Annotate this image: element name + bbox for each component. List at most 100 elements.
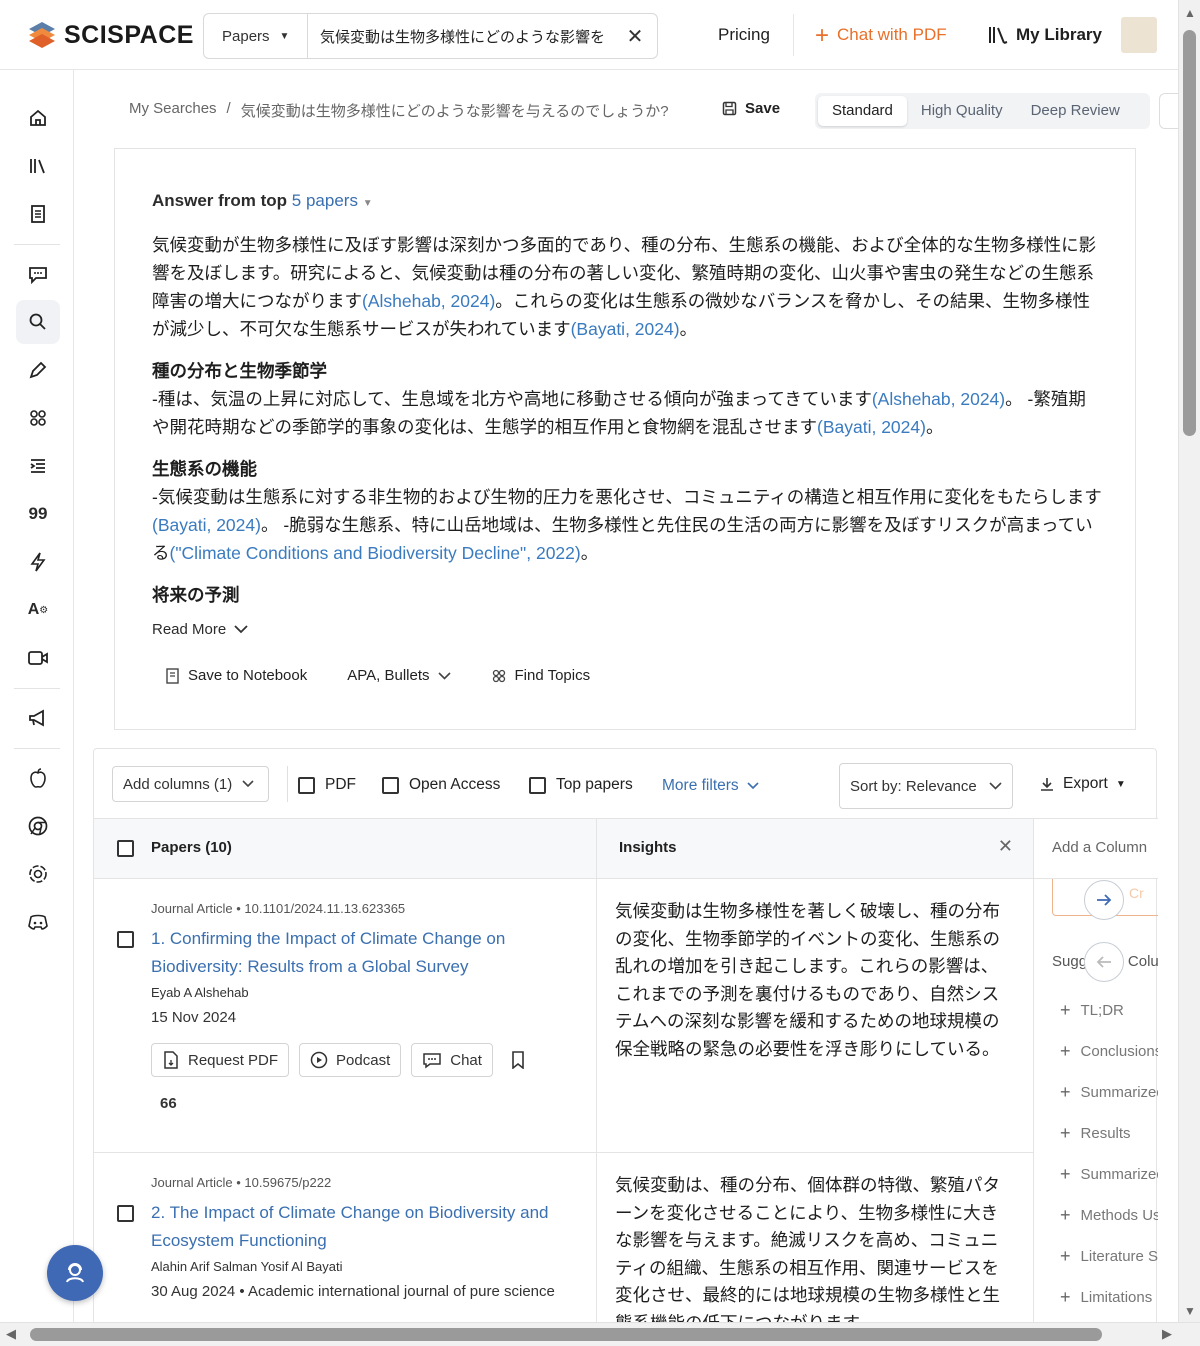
- paper-author[interactable]: Alahin Arif Salman Yosif Al Bayati: [151, 1259, 343, 1274]
- checkbox[interactable]: [529, 776, 546, 794]
- search-input[interactable]: 気候変動は生物多様性にどのような影響を: [308, 26, 613, 47]
- paper-author[interactable]: Eyab A Alshehab: [151, 985, 249, 1000]
- arrow-left-icon[interactable]: [1084, 942, 1124, 982]
- more-filters-button[interactable]: More filters: [662, 777, 759, 795]
- support-chat-button[interactable]: [47, 1245, 103, 1301]
- citation-link[interactable]: (Alshehab, 2024): [362, 291, 495, 311]
- breadcrumb-current: 気候変動は生物多様性にどのような影響を与えるのでしょうか?: [240, 103, 669, 120]
- chrome-icon[interactable]: [16, 804, 60, 848]
- horizontal-scrollbar[interactable]: ◀ ▶: [0, 1322, 1200, 1346]
- citation-link[interactable]: (Bayati, 2024): [152, 515, 261, 535]
- insights-column-header: Insights ✕: [596, 819, 1033, 879]
- nav-divider: [793, 14, 794, 56]
- suggested-column-item[interactable]: + Conclusions: [1060, 1041, 1158, 1062]
- logo[interactable]: SCISPACE: [28, 20, 194, 50]
- citation-link[interactable]: (Alshehab, 2024): [872, 389, 1005, 409]
- notebook-icon[interactable]: [16, 192, 60, 236]
- suggested-column-item[interactable]: + Summarized Introduction: [1060, 1164, 1158, 1185]
- video-icon[interactable]: [16, 636, 60, 680]
- mode-high-quality[interactable]: High Quality: [907, 96, 1017, 126]
- paper-title-link[interactable]: 1. Confirming the Impact of Climate Chan…: [151, 925, 571, 980]
- suggested-column-item[interactable]: + Summarized Abstract: [1060, 1082, 1158, 1103]
- breadcrumb-root[interactable]: My Searches: [129, 100, 217, 121]
- openai-icon[interactable]: [16, 852, 60, 896]
- export-button[interactable]: Export ▼: [1039, 775, 1126, 793]
- megaphone-icon[interactable]: [16, 696, 60, 740]
- nav-chat-with-pdf[interactable]: + Chat with PDF: [815, 23, 947, 47]
- filter-top-papers[interactable]: Top papers: [529, 776, 633, 794]
- discord-icon[interactable]: [16, 900, 60, 944]
- suggested-column-item[interactable]: + Results: [1060, 1123, 1131, 1144]
- save-search-button[interactable]: Save: [722, 100, 780, 117]
- chat-label: Chat: [450, 1051, 482, 1069]
- mode-deep-review[interactable]: Deep Review: [1017, 96, 1134, 126]
- quote-icon[interactable]: 99: [16, 492, 60, 536]
- home-icon[interactable]: [16, 96, 60, 140]
- suggested-column-label: TL;DR: [1080, 1002, 1124, 1019]
- citation-link[interactable]: (Bayati, 2024): [571, 319, 680, 339]
- answer-text: 。: [580, 543, 599, 563]
- library-icon[interactable]: [16, 144, 60, 188]
- citation-format-dropdown[interactable]: APA, Bullets: [347, 667, 451, 684]
- save-label: Save: [745, 100, 781, 117]
- scroll-down-arrow-icon[interactable]: ▼: [1184, 1304, 1196, 1318]
- nav-my-library[interactable]: My Library: [988, 25, 1102, 45]
- pen-icon[interactable]: [16, 348, 60, 392]
- pdf-request-icon: [164, 1051, 178, 1069]
- scroll-right-arrow-icon[interactable]: ▶: [1162, 1326, 1172, 1342]
- suggested-column-item[interactable]: + TL;DR: [1060, 1000, 1124, 1021]
- search-icon[interactable]: [16, 300, 60, 344]
- suggested-column-item[interactable]: + Literature Survey: [1060, 1246, 1158, 1267]
- chat-icon[interactable]: [16, 252, 60, 296]
- add-column-panel: Cr Suggested Columns +TL;DR +Conclusions…: [1033, 879, 1158, 1346]
- bolt-icon[interactable]: [16, 540, 60, 584]
- sort-dropdown[interactable]: Sort by: Relevance: [839, 763, 1013, 809]
- add-columns-dropdown[interactable]: Add columns (1): [112, 766, 269, 802]
- papers-header-label: Papers (10): [151, 839, 232, 856]
- scroll-up-arrow-icon[interactable]: ▲: [1184, 6, 1196, 20]
- suggested-column-item[interactable]: + Methods Used: [1060, 1205, 1158, 1226]
- ai-icon[interactable]: A ⚙: [16, 588, 60, 632]
- scroll-left-arrow-icon[interactable]: ◀: [6, 1326, 16, 1342]
- top-papers-dropdown[interactable]: 5 papers ▼: [292, 191, 373, 210]
- nav-pricing-link[interactable]: Pricing: [718, 25, 770, 45]
- filter-open-access-label: Open Access: [409, 776, 501, 793]
- topics-icon[interactable]: [16, 396, 60, 440]
- vertical-scrollbar[interactable]: ▲ ▼: [1178, 0, 1200, 1322]
- paper-date: 15 Nov 2024: [151, 1009, 237, 1026]
- save-to-notebook-button[interactable]: Save to Notebook: [165, 667, 307, 684]
- citation-link[interactable]: ("Climate Conditions and Biodiversity De…: [170, 543, 581, 563]
- horizontal-scroll-thumb[interactable]: [30, 1328, 1102, 1341]
- search-type-label: Papers: [222, 27, 270, 45]
- chevron-down-icon: [747, 782, 759, 790]
- filter-pdf[interactable]: PDF: [298, 776, 356, 794]
- vertical-scroll-thumb[interactable]: [1183, 30, 1196, 436]
- read-more-button[interactable]: Read More: [152, 621, 248, 638]
- list-icon[interactable]: [16, 444, 60, 488]
- row-checkbox[interactable]: [117, 931, 134, 948]
- select-all-checkbox[interactable]: [117, 840, 134, 857]
- top-bar: SCISPACE Papers ▼ 気候変動は生物多様性にどのような影響を ✕ …: [0, 0, 1178, 70]
- arrow-right-icon[interactable]: [1084, 880, 1124, 920]
- suggested-column-item[interactable]: + Limitations: [1060, 1287, 1152, 1308]
- filter-open-access[interactable]: Open Access: [382, 776, 500, 794]
- paper-title-link[interactable]: 2. The Impact of Climate Change on Biodi…: [151, 1199, 571, 1254]
- chat-button[interactable]: Chat: [411, 1043, 493, 1077]
- apple-icon[interactable]: [16, 756, 60, 800]
- avatar[interactable]: [1121, 17, 1157, 53]
- search-type-select[interactable]: Papers ▼: [204, 14, 308, 58]
- answer-text: -種は、気温の上昇に対応して、生息域を北方や高地に移動させる傾向が強まってきてい…: [152, 389, 872, 409]
- answer-text: 。: [679, 319, 698, 339]
- request-pdf-button[interactable]: Request PDF: [151, 1043, 290, 1077]
- bookmark-icon[interactable]: [503, 1043, 533, 1077]
- row-checkbox[interactable]: [117, 1205, 134, 1222]
- sidebar-separator: [14, 748, 60, 749]
- mode-standard[interactable]: Standard: [818, 96, 907, 126]
- checkbox[interactable]: [382, 776, 399, 794]
- clear-search-icon[interactable]: ✕: [613, 24, 657, 49]
- checkbox[interactable]: [298, 776, 315, 794]
- citation-link[interactable]: (Bayati, 2024): [817, 417, 926, 437]
- close-column-icon[interactable]: ✕: [998, 836, 1013, 857]
- podcast-button[interactable]: Podcast: [299, 1043, 402, 1077]
- find-topics-button[interactable]: Find Topics: [491, 667, 590, 684]
